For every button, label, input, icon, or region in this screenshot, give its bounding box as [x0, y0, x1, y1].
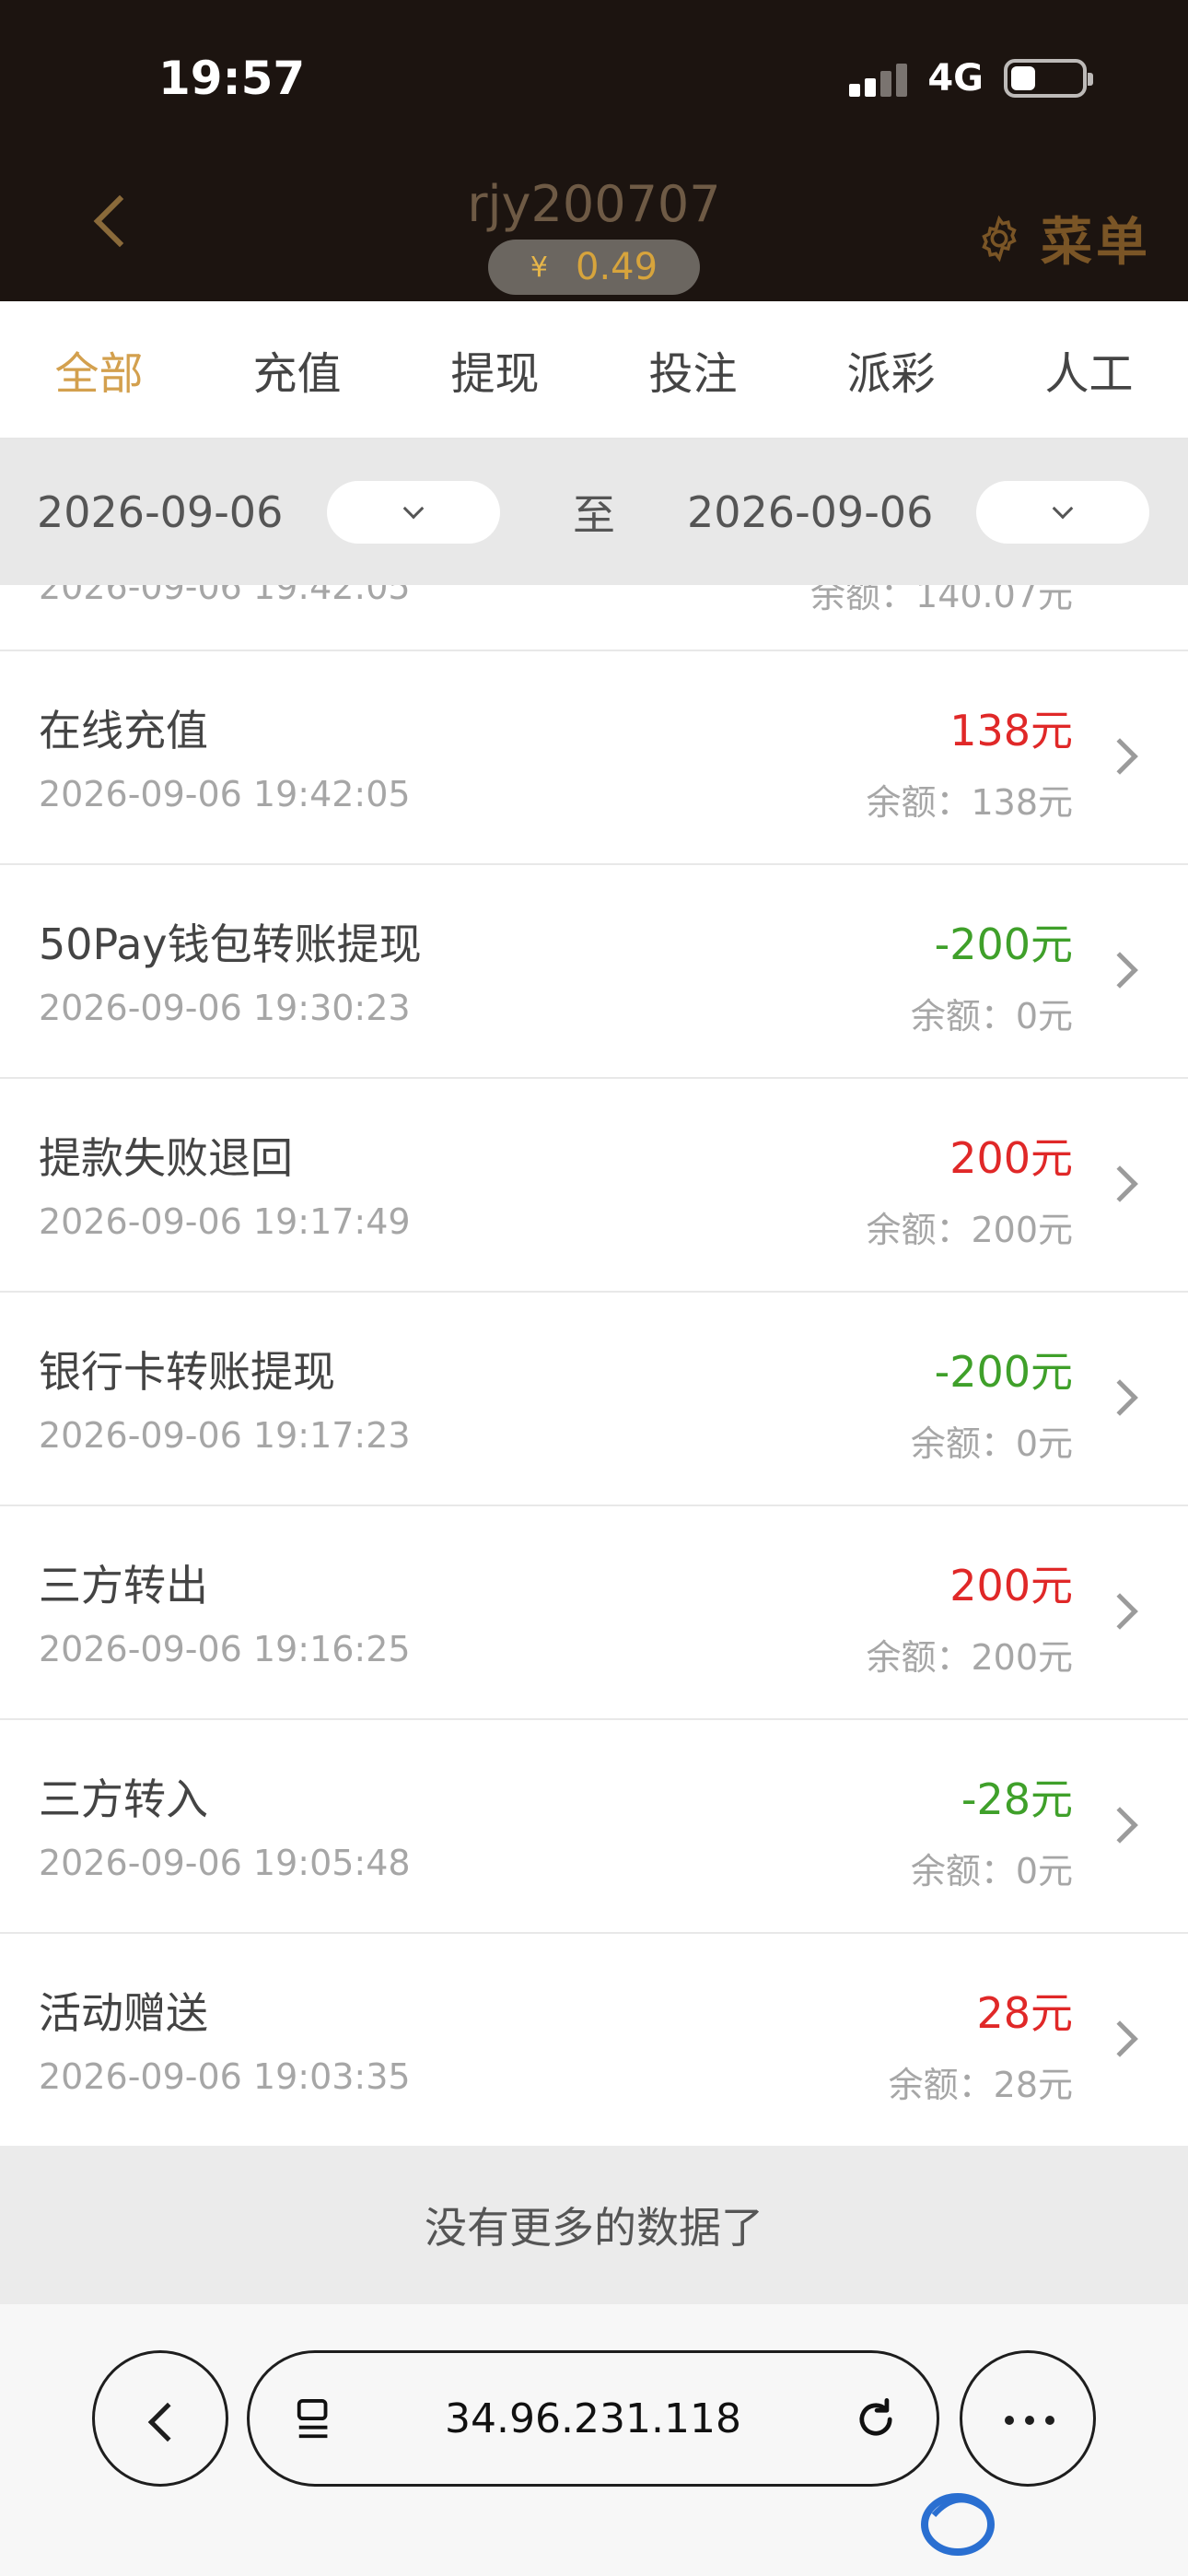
list-item[interactable]: 提款失败退回 2026-09-06 19:17:49 200元余额：200元	[0, 1079, 1188, 1293]
date-separator: 至	[573, 490, 615, 540]
list-item[interactable]: 活动赠送 2026-09-06 19:03:35 28元余额：28元	[0, 1934, 1188, 2148]
list-item[interactable]: 银行卡转账提现 2026-09-06 19:17:23 -200元余额：0元	[0, 1293, 1188, 1506]
transaction-amount: 200元	[949, 1133, 1073, 1183]
transaction-balance: 余额：0元	[910, 1851, 1073, 1891]
transaction-balance: 余额：28元	[888, 2065, 1073, 2105]
chevron-right-icon	[1101, 1593, 1138, 1630]
list-item[interactable]: 三方转出 2026-09-06 19:16:25 200元余额：200元	[0, 1506, 1188, 1720]
transaction-list: 2026-09-06 19:42:05 余额：140.07元 在线充值 2026-…	[0, 585, 1188, 2148]
transaction-amount: 28元	[976, 1988, 1073, 2038]
menu-label: 菜单	[1041, 213, 1151, 273]
list-item[interactable]: 2026-09-06 19:42:05 余额：140.07元	[0, 585, 1188, 651]
chevron-down-icon	[402, 498, 425, 520]
gear-icon	[982, 215, 1017, 262]
no-more-data: 没有更多的数据了	[0, 2146, 1188, 2304]
transaction-time: 2026-09-06 19:05:48	[39, 1843, 411, 1883]
tab-payout[interactable]: 派彩	[792, 301, 990, 438]
transaction-balance: 余额：138元	[866, 782, 1073, 823]
yen-icon: ¥	[530, 251, 549, 284]
transaction-amount: 200元	[949, 1561, 1073, 1610]
tab-recharge[interactable]: 充值	[198, 301, 396, 438]
chevron-right-icon	[1101, 2020, 1138, 2057]
transaction-name: 三方转入	[39, 1774, 208, 1824]
transaction-time: 2026-09-06 19:17:23	[39, 1415, 411, 1456]
transaction-time: 2026-09-06 19:17:49	[39, 1201, 411, 1242]
tab-bet[interactable]: 投注	[594, 301, 792, 438]
transaction-name: 提款失败退回	[39, 1133, 293, 1183]
transaction-time: 2026-09-06 19:03:35	[39, 2056, 411, 2097]
tab-all[interactable]: 全部	[0, 301, 198, 438]
start-date[interactable]: 2026-09-06	[37, 487, 283, 537]
chevron-right-icon	[1101, 738, 1138, 775]
transaction-time: 2026-09-06 19:16:25	[39, 1629, 411, 1669]
end-date-dropdown[interactable]	[976, 481, 1149, 544]
status-indicators: 4G	[849, 57, 1093, 100]
list-item[interactable]: 在线充值 2026-09-06 19:42:05 138元余额：138元	[0, 651, 1188, 865]
address-bar[interactable]: 34.96.231.118	[247, 2350, 939, 2487]
transaction-name: 活动赠送	[39, 1988, 208, 2038]
transaction-name: 50Pay钱包转账提现	[39, 919, 422, 969]
transaction-name: 银行卡转账提现	[39, 1347, 335, 1397]
browser-back-button[interactable]	[92, 2350, 228, 2487]
category-tabs: 全部 充值 提现 投注 派彩 人工	[0, 301, 1188, 439]
transaction-time: 2026-09-06 19:42:05	[39, 774, 411, 814]
list-item[interactable]: 三方转入 2026-09-06 19:05:48 -28元余额：0元	[0, 1720, 1188, 1934]
battery-icon	[1004, 59, 1093, 98]
transaction-time: 2026-09-06 19:42:05	[39, 585, 411, 607]
tab-manual[interactable]: 人工	[990, 301, 1188, 438]
status-time: 19:57	[158, 52, 306, 105]
reload-icon[interactable]	[852, 2395, 900, 2443]
app-header: 19:57 4G rjy200707 ¥ 0.49 菜单	[0, 0, 1188, 301]
transaction-time: 2026-09-06 19:30:23	[39, 988, 411, 1028]
transaction-name: 在线充值	[39, 706, 208, 755]
transaction-amount: -28元	[961, 1774, 1073, 1824]
transaction-name: 三方转出	[39, 1561, 208, 1610]
watermark-logo	[921, 2493, 995, 2556]
transaction-balance: 余额：0元	[910, 1423, 1073, 1464]
menu-button[interactable]: 菜单	[974, 201, 1151, 275]
balance-value: 0.49	[576, 246, 658, 288]
chevron-right-icon	[1101, 1165, 1138, 1202]
date-filter: 2026-09-06 至 2026-09-06	[0, 439, 1188, 585]
chevron-right-icon	[1101, 952, 1138, 989]
chevron-down-icon	[1052, 498, 1074, 520]
transaction-balance: 余额：0元	[910, 996, 1073, 1036]
transaction-amount: -200元	[934, 1347, 1073, 1397]
chevron-left-icon	[147, 2402, 188, 2442]
browser-more-button[interactable]	[960, 2350, 1096, 2487]
transaction-balance: 余额：200元	[866, 1637, 1073, 1678]
signal-icon	[849, 60, 908, 97]
transaction-amount: 138元	[949, 706, 1073, 755]
tab-withdraw[interactable]: 提现	[396, 301, 594, 438]
balance-badge: ¥ 0.49	[488, 240, 700, 295]
transaction-balance: 余额：140.07元	[810, 585, 1073, 615]
network-type: 4G	[927, 57, 984, 100]
chevron-right-icon	[1101, 1379, 1138, 1416]
more-icon	[1005, 2416, 1054, 2425]
chevron-right-icon	[1101, 1807, 1138, 1844]
transaction-balance: 余额：200元	[866, 1210, 1073, 1250]
transaction-amount: -200元	[934, 919, 1073, 969]
end-date[interactable]: 2026-09-06	[687, 487, 933, 537]
list-item[interactable]: 50Pay钱包转账提现 2026-09-06 19:30:23 -200元余额：0元	[0, 865, 1188, 1079]
url-text: 34.96.231.118	[445, 2395, 741, 2442]
start-date-dropdown[interactable]	[327, 481, 500, 544]
